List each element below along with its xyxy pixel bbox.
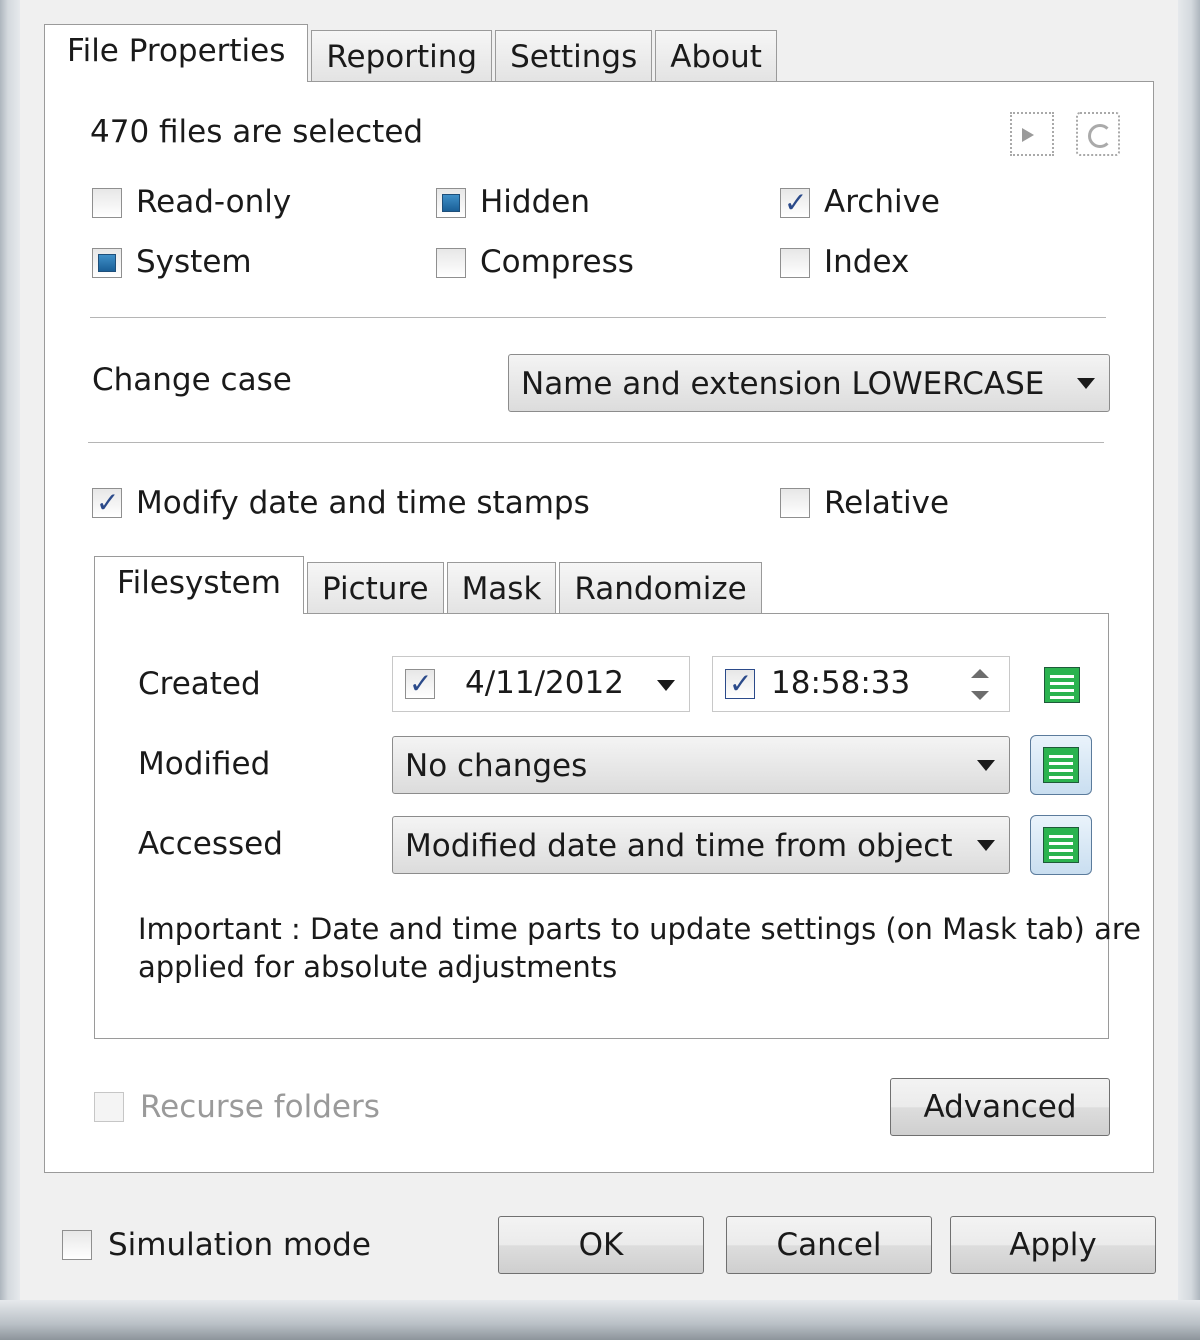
chevron-down-icon xyxy=(1077,378,1095,389)
accessed-value: Modified date and time from object xyxy=(405,828,953,864)
created-date-value: 4/11/2012 xyxy=(465,665,624,701)
relative-checkbox[interactable] xyxy=(780,488,810,518)
system-checkbox[interactable] xyxy=(92,248,122,278)
accessed-label: Accessed xyxy=(138,826,283,862)
apply-button[interactable]: Apply xyxy=(950,1216,1156,1274)
system-label: System xyxy=(136,244,252,280)
chevron-down-icon xyxy=(657,680,675,691)
change-case-value: Name and extension LOWERCASE xyxy=(521,366,1045,402)
note-line-1: Important : Date and time parts to updat… xyxy=(138,912,1141,946)
relative-label: Relative xyxy=(824,485,950,521)
accessed-list-button[interactable] xyxy=(1030,815,1092,875)
tab-randomize[interactable]: Randomize xyxy=(559,562,762,614)
change-case-dropdown[interactable]: Name and extension LOWERCASE xyxy=(508,354,1110,412)
modified-label: Modified xyxy=(138,746,271,782)
modified-list-button[interactable] xyxy=(1030,735,1092,795)
created-time-picker[interactable]: 18:58:33 xyxy=(712,656,1010,712)
tab-reporting[interactable]: Reporting xyxy=(311,30,493,82)
cancel-button[interactable]: Cancel xyxy=(726,1216,932,1274)
modified-dropdown[interactable]: No changes xyxy=(392,736,1010,794)
tab-file-properties[interactable]: File Properties xyxy=(44,24,309,82)
advanced-button[interactable]: Advanced xyxy=(890,1078,1110,1136)
list-icon xyxy=(1043,827,1079,863)
tab-picture[interactable]: Picture xyxy=(306,562,444,614)
tab-settings[interactable]: Settings xyxy=(495,30,653,82)
created-label: Created xyxy=(138,666,261,702)
recurse-folders-checkbox[interactable] xyxy=(94,1092,124,1122)
separator xyxy=(90,317,1106,319)
window-frame-bottom xyxy=(0,1300,1200,1340)
note-line-2: applied for absolute adjustments xyxy=(138,950,618,984)
selection-count: 470 files are selected xyxy=(90,114,424,150)
compress-checkbox[interactable] xyxy=(436,248,466,278)
list-icon[interactable] xyxy=(1044,667,1080,703)
modify-dates-label: Modify date and time stamps xyxy=(136,485,590,521)
tab-about[interactable]: About xyxy=(655,30,777,82)
recurse-folders-label: Recurse folders xyxy=(140,1089,380,1125)
compress-label: Compress xyxy=(480,244,634,280)
ok-button[interactable]: OK xyxy=(498,1216,704,1274)
tab-mask[interactable]: Mask xyxy=(446,562,557,614)
main-tab-strip: File Properties Reporting Settings About xyxy=(44,24,780,82)
list-icon xyxy=(1043,747,1079,783)
simulation-mode-checkbox[interactable] xyxy=(62,1230,92,1260)
reset-icon[interactable] xyxy=(1076,112,1120,156)
read-only-checkbox[interactable] xyxy=(92,188,122,218)
index-label: Index xyxy=(824,244,910,280)
date-tab-strip: Filesystem Picture Mask Randomize xyxy=(94,556,765,614)
archive-label: Archive xyxy=(824,184,940,220)
created-date-checkbox[interactable] xyxy=(405,667,435,700)
accessed-dropdown[interactable]: Modified date and time from object xyxy=(392,816,1010,874)
simulation-mode-label: Simulation mode xyxy=(108,1227,371,1263)
modified-value: No changes xyxy=(405,748,588,784)
chevron-down-icon xyxy=(977,840,995,851)
hidden-checkbox[interactable] xyxy=(436,188,466,218)
tab-filesystem[interactable]: Filesystem xyxy=(94,556,304,614)
modify-dates-checkbox[interactable] xyxy=(92,486,122,519)
time-spinner[interactable] xyxy=(959,663,1003,707)
window-frame-right xyxy=(1178,0,1200,1310)
chevron-down-icon xyxy=(977,760,995,771)
separator xyxy=(88,442,1104,444)
import-icon[interactable] xyxy=(1010,112,1054,156)
read-only-label: Read-only xyxy=(136,184,292,220)
created-time-value: 18:58:33 xyxy=(771,665,911,701)
window-frame-left xyxy=(0,0,20,1310)
hidden-label: Hidden xyxy=(480,184,590,220)
index-checkbox[interactable] xyxy=(780,248,810,278)
archive-checkbox[interactable] xyxy=(780,186,810,219)
change-case-label: Change case xyxy=(92,362,292,398)
created-time-checkbox[interactable] xyxy=(725,667,755,700)
created-date-picker[interactable]: 4/11/2012 xyxy=(392,656,690,712)
